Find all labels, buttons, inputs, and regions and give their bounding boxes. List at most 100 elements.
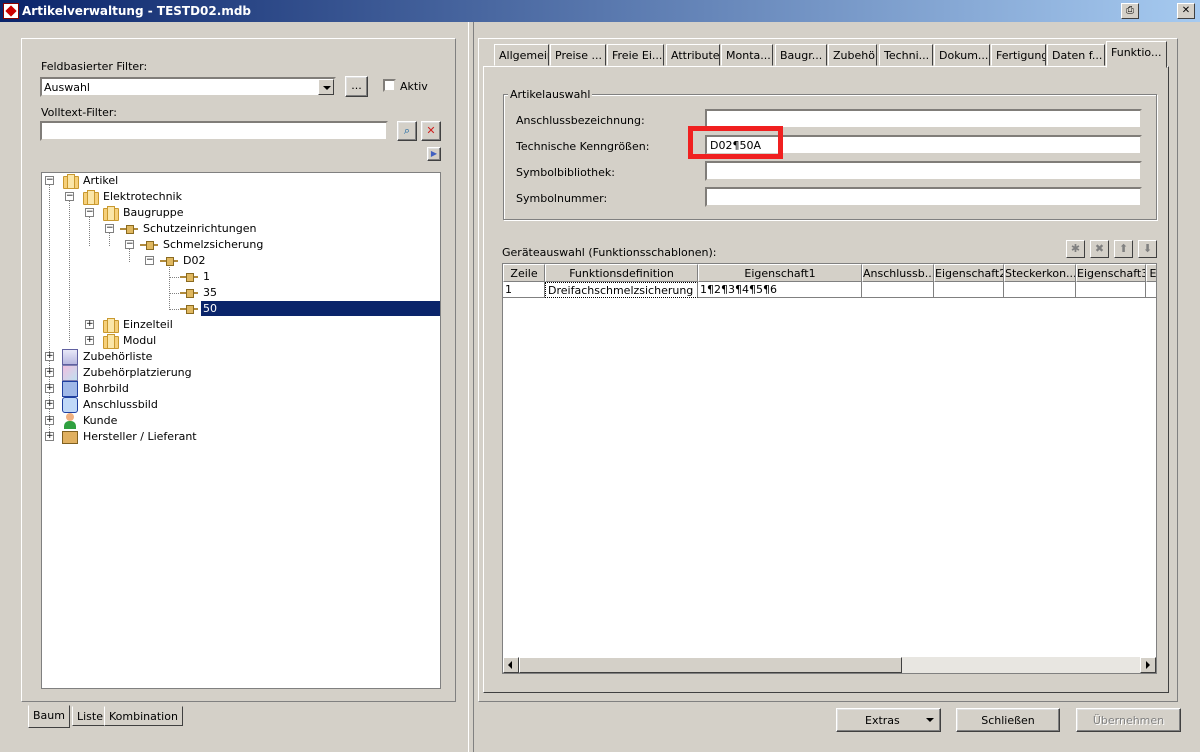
column-header[interactable]: Funktionsdefinition	[545, 264, 698, 282]
expand-icon[interactable]: +	[45, 416, 54, 425]
expand-icon[interactable]: +	[45, 384, 54, 393]
tab-technische-daten[interactable]: Techni...	[879, 44, 933, 66]
tree-node-label: 35	[203, 286, 217, 299]
chevron-down-icon[interactable]	[318, 79, 334, 95]
folder-icon	[62, 174, 79, 189]
delete-row-icon[interactable]: ✖	[1090, 240, 1109, 258]
column-header[interactable]: Eigenschaft3	[1076, 264, 1146, 282]
folder-icon	[82, 190, 99, 205]
extras-button[interactable]: Extras	[836, 708, 941, 732]
app-icon	[3, 3, 19, 19]
print-icon[interactable]: ⎙	[1121, 3, 1139, 19]
search-icon[interactable]: ⌕	[397, 121, 417, 141]
table-cell[interactable]	[862, 282, 934, 298]
tab-fertigung[interactable]: Fertigung	[991, 44, 1046, 66]
table-cell[interactable]	[1004, 282, 1076, 298]
component-icon	[180, 289, 198, 298]
symbolbibliothek-label: Symbolbibliothek:	[516, 166, 615, 179]
tab-preise[interactable]: Preise ...	[550, 44, 606, 66]
tree-node-label: Schutzeinrichtungen	[143, 222, 257, 235]
table-cell[interactable]	[1076, 282, 1146, 298]
tab-zubehoer[interactable]: Zubehör	[828, 44, 877, 66]
column-header[interactable]: Steckerkon...	[1004, 264, 1076, 282]
ellipsis-button[interactable]: ...	[345, 76, 368, 97]
fulltext-filter-input[interactable]	[40, 121, 388, 141]
tree-node-label: Baugruppe	[123, 206, 184, 219]
geraeteauswahl-title: Geräteauswahl (Funktionsschablonen):	[502, 246, 717, 259]
new-row-icon[interactable]: ✱	[1066, 240, 1085, 258]
tab-baugruppe[interactable]: Baugr...	[775, 44, 827, 66]
tree-node-label: 1	[203, 270, 210, 283]
clear-filter-icon[interactable]: ✕	[421, 121, 441, 141]
geraeteauswahl-grid[interactable]: Zeile Funktionsdefinition Eigenschaft1 A…	[502, 263, 1157, 674]
expand-icon[interactable]: +	[45, 400, 54, 409]
close-icon[interactable]: ✕	[1177, 3, 1195, 19]
collapse-icon[interactable]: −	[145, 256, 154, 265]
tab-allgemein[interactable]: Allgemein	[494, 44, 549, 66]
expand-icon[interactable]: +	[45, 368, 54, 377]
tab-dokumente[interactable]: Dokum...	[934, 44, 990, 66]
symbolnummer-input[interactable]	[705, 187, 1142, 207]
component-icon	[180, 305, 198, 314]
tree-node-label: Zubehörplatzierung	[83, 366, 192, 379]
tree-node-50[interactable]: 50	[42, 300, 440, 317]
table-cell[interactable]: 1¶2¶3¶4¶5¶6	[698, 282, 862, 298]
article-tree[interactable]: − Artikel − Elektrotechnik − Baugruppe −…	[41, 172, 441, 689]
table-cell[interactable]: 1	[503, 282, 545, 298]
table-cell[interactable]	[934, 282, 1004, 298]
apply-button[interactable]: Übernehmen	[1076, 708, 1181, 732]
anschlussbezeichnung-label: Anschlussbezeichnung:	[516, 114, 645, 127]
aktiv-checkbox[interactable]	[383, 79, 396, 92]
column-header[interactable]: Eigenschaft1	[698, 264, 862, 282]
collapse-icon[interactable]: −	[45, 176, 54, 185]
collapse-icon[interactable]: −	[105, 224, 114, 233]
tree-node-label: Elektrotechnik	[103, 190, 182, 203]
expand-icon[interactable]: +	[85, 336, 94, 345]
arrow-down-icon[interactable]: ⬇	[1138, 240, 1157, 258]
artikelauswahl-title: Artikelauswahl	[508, 88, 593, 101]
tab-freie-eigenschaften[interactable]: Freie Ei...	[607, 44, 664, 66]
component-icon	[120, 225, 138, 234]
tree-node-label: 50	[200, 300, 440, 317]
expand-icon[interactable]: +	[45, 432, 54, 441]
arrow-up-icon[interactable]: ⬆	[1114, 240, 1133, 258]
pane-splitter[interactable]	[468, 22, 474, 752]
table-cell[interactable]	[1146, 282, 1156, 298]
column-header[interactable]: Anschlussb...	[862, 264, 934, 282]
window-title: Artikelverwaltung - TESTD02.mdb	[22, 4, 252, 18]
tree-node-label: Bohrbild	[83, 382, 129, 395]
scroll-thumb[interactable]	[519, 657, 902, 673]
tab-attribute[interactable]: Attribute	[666, 44, 720, 66]
column-header[interactable]: E	[1146, 264, 1156, 282]
collapse-icon[interactable]: −	[65, 192, 74, 201]
extras-label: Extras	[865, 714, 900, 727]
collapse-icon[interactable]: −	[125, 240, 134, 249]
tab-baum[interactable]: Baum	[28, 705, 70, 728]
column-header[interactable]: Zeile	[503, 264, 545, 282]
tab-liste[interactable]: Liste	[72, 706, 108, 726]
symbolbibliothek-input[interactable]	[705, 161, 1142, 181]
expand-icon[interactable]: +	[85, 320, 94, 329]
scroll-left-icon[interactable]	[503, 657, 519, 673]
tab-funktionen[interactable]: Funktio...	[1106, 41, 1167, 68]
tree-node-label: Zubehörliste	[83, 350, 153, 363]
folder-icon	[102, 334, 119, 349]
tab-daten-fuer[interactable]: Daten f...	[1047, 44, 1105, 66]
collapse-icon[interactable]: −	[85, 208, 94, 217]
aktiv-label: Aktiv	[400, 80, 428, 93]
tab-montage[interactable]: Monta...	[721, 44, 773, 66]
folder-icon	[102, 318, 119, 333]
field-filter-combo[interactable]: Auswahl	[40, 77, 336, 97]
scroll-right-icon[interactable]	[1140, 657, 1156, 673]
table-cell[interactable]: Dreifachschmelzsicherung	[545, 282, 698, 298]
close-button[interactable]: Schließen	[956, 708, 1060, 732]
tab-kombination[interactable]: Kombination	[104, 706, 183, 726]
tree-node-label: Einzelteil	[123, 318, 173, 331]
horizontal-scrollbar[interactable]	[503, 657, 1156, 673]
technische-kenngroessen-label: Technische Kenngrößen:	[516, 140, 650, 153]
play-icon[interactable]: ▶	[427, 147, 441, 161]
expand-icon[interactable]: +	[45, 352, 54, 361]
column-header[interactable]: Eigenschaft2	[934, 264, 1004, 282]
component-icon	[140, 241, 158, 250]
tree-node-label: Kunde	[83, 414, 118, 427]
